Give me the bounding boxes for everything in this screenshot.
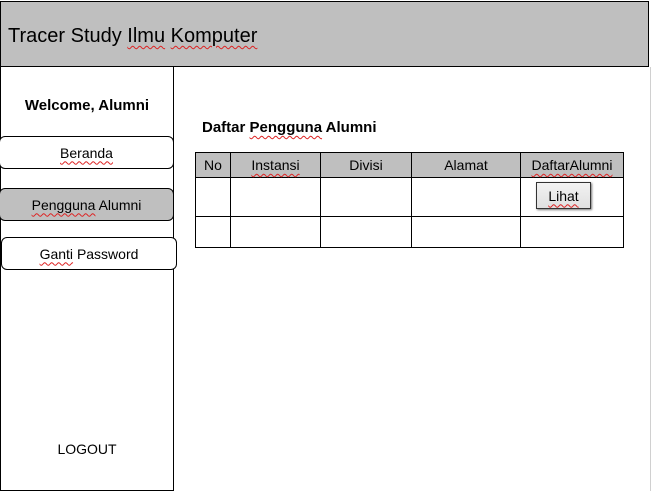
sidebar-item-label: Pengguna Alumni [31, 196, 142, 213]
cell-divisi [320, 177, 412, 217]
column-header-divisi: Divisi [320, 152, 412, 178]
column-header-daftar-alumni: DaftarAlumni [520, 152, 624, 178]
welcome-text: Welcome, Alumni [24, 97, 150, 114]
column-header-alamat: Alamat [411, 152, 521, 178]
cell-divisi [320, 216, 412, 248]
cell-action [520, 216, 624, 248]
cell-alamat [411, 177, 521, 217]
sidebar-item-pengguna-alumni[interactable]: Pengguna Alumni [0, 188, 174, 221]
main-content: Daftar Pengguna Alumni No Instansi Divis… [174, 67, 651, 491]
cell-action: Lihat [520, 177, 624, 217]
app-window: Tracer Study Ilmu Komputer Welcome, Alum… [0, 0, 653, 493]
column-header-instansi: Instansi [230, 152, 321, 178]
sidebar-item-label: Beranda [60, 144, 113, 161]
sidebar-item-label: Ganti Password [39, 245, 139, 262]
cell-no [195, 177, 231, 217]
page-title: Daftar Pengguna Alumni [202, 119, 377, 136]
app-header: Tracer Study Ilmu Komputer [0, 1, 649, 67]
app-title: Tracer Study Ilmu Komputer [8, 25, 258, 47]
sidebar-item-ganti-password[interactable]: Ganti Password [1, 237, 177, 270]
cell-instansi [230, 177, 321, 217]
table-row [195, 216, 624, 248]
sidebar-item-beranda[interactable]: Beranda [0, 136, 174, 169]
column-header-no: No [195, 152, 231, 178]
sidebar: Welcome, Alumni Beranda Pengguna Alumni … [0, 67, 177, 491]
table-row: Lihat [195, 177, 624, 217]
pengguna-alumni-table: No Instansi Divisi Alamat DaftarAlumni L… [195, 152, 624, 248]
table-header-row: No Instansi Divisi Alamat DaftarAlumni [195, 152, 624, 178]
cell-instansi [230, 216, 321, 248]
cell-no [195, 216, 231, 248]
cell-alamat [411, 216, 521, 248]
logout-link[interactable]: LOGOUT [1, 441, 173, 457]
lihat-button[interactable]: Lihat [536, 182, 591, 209]
